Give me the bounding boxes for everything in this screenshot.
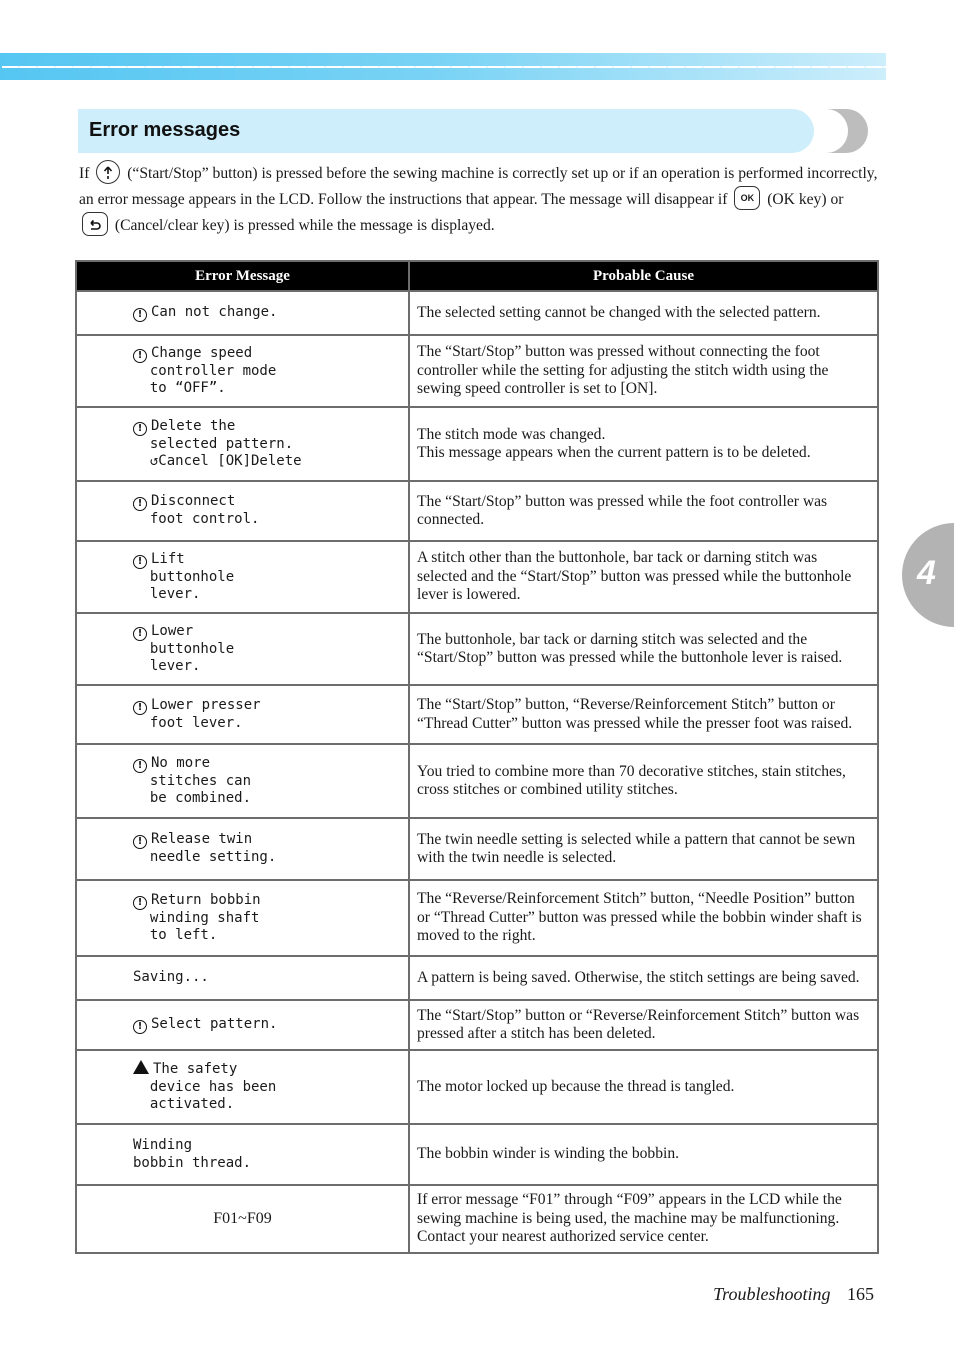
error-message-text: Saving... xyxy=(133,969,209,986)
alert-circle-icon: ! xyxy=(133,1020,147,1034)
error-message-cell: ! No more stitches can be combined. xyxy=(75,743,410,819)
table-row: ! Change speed controller mode to “OFF”. T… xyxy=(75,334,879,408)
error-message-text: Lift buttonhole lever. xyxy=(149,550,235,603)
error-message-cell: The safety device has been activated. xyxy=(75,1049,410,1125)
probable-cause-cell: The twin needle setting is selected whil… xyxy=(408,817,879,881)
error-message-text: Select pattern. xyxy=(151,1016,278,1032)
table-row: ! Can not change. The selected setting can… xyxy=(75,290,879,336)
error-message-text: F01~F09 xyxy=(213,1210,272,1228)
probable-cause-cell: The “Start/Stop” button, “Reverse/Reinfo… xyxy=(408,684,879,745)
alert-circle-icon: ! xyxy=(133,554,147,569)
warning-triangle-icon xyxy=(133,1060,149,1075)
error-message-cell: ! Select pattern. xyxy=(75,999,410,1051)
table-row: ! Delete the selected pattern. ↺Cancel [O… xyxy=(75,406,879,482)
error-message-cell: ! Delete the selected pattern. ↺Cancel [O… xyxy=(75,406,410,482)
alert-circle-icon: ! xyxy=(133,308,147,322)
error-message-cell: ! Return bobbin winding shaft to left. xyxy=(75,879,410,957)
probable-cause-cell: The “Start/Stop” button was pressed with… xyxy=(408,334,879,408)
error-message-cell: Saving... xyxy=(75,955,410,1001)
error-message-cell: ! Lower presser foot lever. xyxy=(75,684,410,745)
probable-cause-cell: The selected setting cannot be changed w… xyxy=(408,290,879,336)
intro-text-3: (OK key) or xyxy=(767,191,844,208)
page-footer: Troubleshooting 165 xyxy=(713,1284,874,1305)
table-row: ! Return bobbin winding shaft to left. The… xyxy=(75,879,879,957)
top-decorative-band xyxy=(0,53,886,80)
alert-circle-icon: ! xyxy=(133,758,147,773)
error-message-text: Change speed controller mode to “OFF”. xyxy=(149,344,277,397)
start-stop-icon xyxy=(96,160,121,185)
probable-cause-cell: The “Start/Stop” button or “Reverse/Rein… xyxy=(408,999,879,1051)
alert-circle-icon: ! xyxy=(133,421,147,436)
table-header-row: Error Message Probable Cause xyxy=(75,260,879,292)
table-row: The safety device has been activated. The… xyxy=(75,1049,879,1125)
alert-circle-icon: ! xyxy=(133,895,147,910)
probable-cause-cell: The “Start/Stop” button was pressed whil… xyxy=(408,480,879,542)
probable-cause-cell: The buttonhole, bar tack or darning stit… xyxy=(408,612,879,686)
ok-key-icon: OK xyxy=(734,186,761,211)
intro-text-1: If xyxy=(79,165,90,182)
error-message-text: Can not change. xyxy=(151,304,278,320)
error-message-cell: ! Lower buttonhole lever. xyxy=(75,612,410,686)
probable-cause-cell: If error message “F01” through “F09” app… xyxy=(408,1184,879,1254)
section-title: Error messages xyxy=(89,119,241,141)
error-message-text: Return bobbin winding shaft to left. xyxy=(149,891,261,944)
intro-paragraph: If (“Start/Stop” button) is pressed befo… xyxy=(79,160,879,239)
alert-circle-icon: ! xyxy=(133,700,147,715)
band-divider-line xyxy=(2,66,886,68)
error-message-text: Lower presser foot lever. xyxy=(149,696,261,731)
error-message-cell: Winding bobbin thread. xyxy=(75,1123,410,1186)
header-error-message: Error Message xyxy=(75,260,410,292)
error-message-text: Disconnect foot control. xyxy=(149,493,260,528)
probable-cause-cell: The “Reverse/Reinforcement Stitch” butto… xyxy=(408,879,879,957)
table-row: ! Lower presser foot lever. The “Start/Sto… xyxy=(75,684,879,745)
alert-circle-icon: ! xyxy=(133,835,147,850)
error-message-text: Delete the selected pattern. ↺Cancel [OK… xyxy=(149,417,302,470)
probable-cause-cell: A pattern is being saved. Otherwise, the… xyxy=(408,955,879,1001)
table-row: ! Lift buttonhole lever. A stitch other th… xyxy=(75,540,879,614)
error-message-text: Lower buttonhole lever. xyxy=(149,622,235,675)
table-row: ! Release twin needle setting. The twin ne… xyxy=(75,817,879,881)
table-row: Winding bobbin thread. The bobbin winder … xyxy=(75,1123,879,1186)
alert-circle-icon: ! xyxy=(133,348,147,363)
error-message-cell: F01~F09 xyxy=(75,1184,410,1254)
section-header: Error messages xyxy=(78,109,868,153)
table-row: Saving... A pattern is being saved. Other… xyxy=(75,955,879,1001)
footer-section: Troubleshooting xyxy=(713,1284,831,1304)
error-message-text: No more stitches can be combined. xyxy=(149,754,252,807)
probable-cause-cell: A stitch other than the buttonhole, bar … xyxy=(408,540,879,614)
alert-circle-icon: ! xyxy=(133,626,147,641)
table-row: ! Select pattern. The “Start/Stop” button … xyxy=(75,999,879,1051)
table-row: ! No more stitches can be combined. You tr… xyxy=(75,743,879,819)
error-message-cell: ! Release twin needle setting. xyxy=(75,817,410,881)
chapter-number: 4 xyxy=(917,554,936,592)
table-row: F01~F09 If error message “F01” through “F… xyxy=(75,1184,879,1254)
probable-cause-cell: The stitch mode was changed. This messag… xyxy=(408,406,879,482)
header-probable-cause: Probable Cause xyxy=(408,260,879,292)
page-number: 165 xyxy=(847,1284,874,1304)
probable-cause-cell: The motor locked up because the thread i… xyxy=(408,1049,879,1125)
error-message-cell: ! Can not change. xyxy=(75,290,410,336)
table-row: ! Disconnect foot control. The “Start/Stop… xyxy=(75,480,879,542)
table-row: ! Lower buttonhole lever. The buttonhole, … xyxy=(75,612,879,686)
probable-cause-cell: The bobbin winder is winding the bobbin. xyxy=(408,1123,879,1186)
intro-text-4: (Cancel/clear key) is pressed while the … xyxy=(114,217,495,234)
cancel-clear-icon xyxy=(82,212,108,237)
error-message-cell: ! Change speed controller mode to “OFF”. xyxy=(75,334,410,408)
alert-circle-icon: ! xyxy=(133,497,147,512)
error-message-text: The safety device has been activated. xyxy=(149,1061,277,1113)
error-message-cell: ! Disconnect foot control. xyxy=(75,480,410,542)
error-message-text: Release twin needle setting. xyxy=(149,831,277,866)
error-message-text: Winding bobbin thread. xyxy=(133,1137,252,1171)
probable-cause-cell: You tried to combine more than 70 decora… xyxy=(408,743,879,819)
error-message-cell: ! Lift buttonhole lever. xyxy=(75,540,410,614)
error-messages-table: Error Message Probable Cause ! Can not ch… xyxy=(75,260,879,1254)
